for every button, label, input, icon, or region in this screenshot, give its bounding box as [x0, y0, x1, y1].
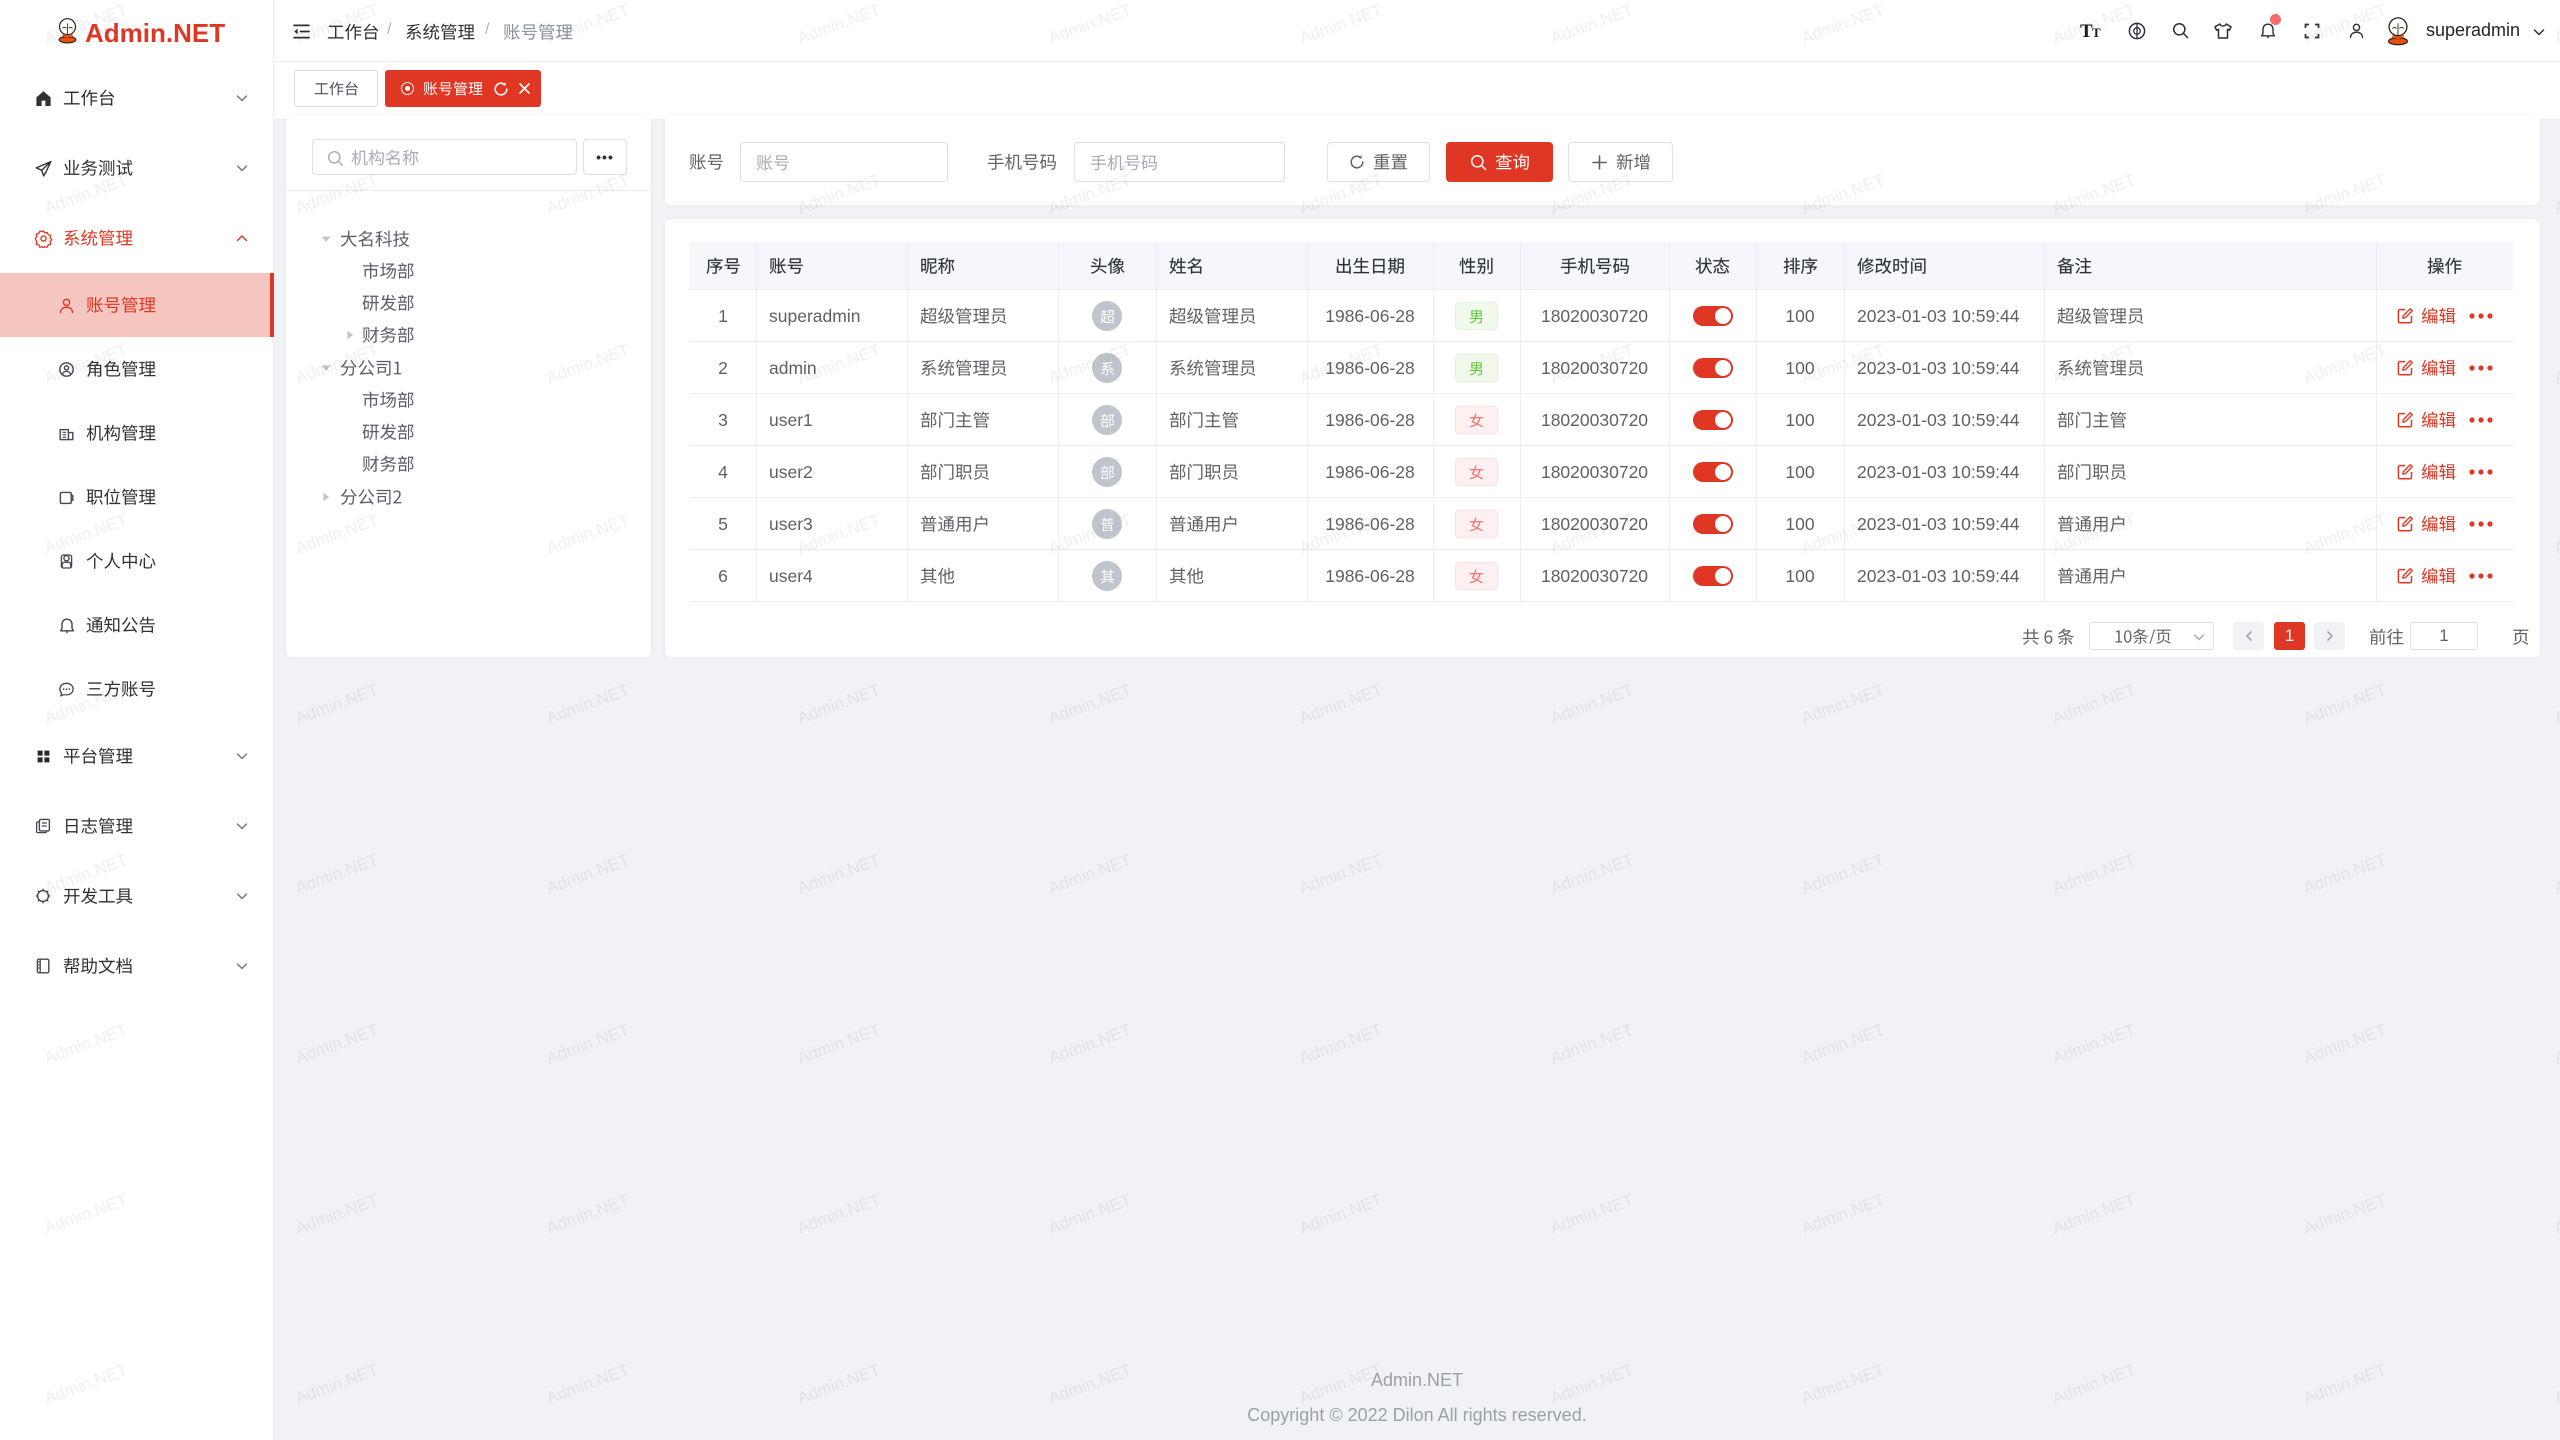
svg-text:T: T — [2092, 25, 2101, 40]
